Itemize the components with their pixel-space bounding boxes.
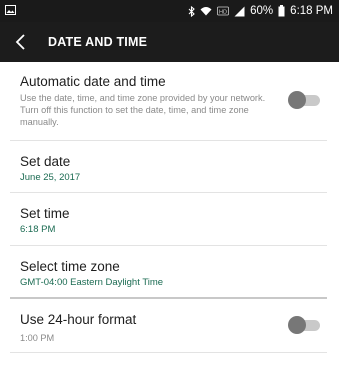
set-date-row[interactable]: Set date June 25, 2017: [0, 141, 339, 193]
battery-icon: [278, 5, 285, 17]
24-hour-format-toggle[interactable]: [288, 316, 320, 334]
toggle-thumb: [288, 316, 306, 334]
set-date-title: Set date: [20, 154, 71, 169]
select-time-zone-row[interactable]: Select time zone GMT-04:00 Eastern Dayli…: [0, 246, 339, 298]
gallery-icon: [5, 5, 16, 15]
select-time-zone-title: Select time zone: [20, 259, 120, 274]
wifi-icon: [200, 6, 212, 16]
select-time-zone-value: GMT-04:00 Eastern Daylight Time: [20, 277, 164, 288]
battery-percent: 60%: [250, 5, 274, 17]
page-title: DATE AND TIME: [48, 35, 148, 49]
automatic-date-time-toggle[interactable]: [288, 91, 320, 109]
automatic-date-time-title: Automatic date and time: [20, 74, 166, 89]
24-hour-format-title: Use 24-hour format: [20, 312, 137, 327]
divider: [10, 352, 327, 353]
app-bar: DATE AND TIME: [0, 22, 339, 62]
status-time: 6:18 PM: [290, 5, 333, 17]
section-divider: [10, 297, 327, 299]
toggle-thumb: [288, 91, 306, 109]
hd-voice-icon: HD: [217, 6, 230, 16]
24-hour-format-row[interactable]: Use 24-hour format 1:00 PM: [0, 300, 339, 352]
set-time-row[interactable]: Set time 6:18 PM: [0, 193, 339, 245]
24-hour-format-example: 1:00 PM: [20, 333, 55, 343]
set-date-value: June 25, 2017: [20, 172, 81, 183]
bluetooth-icon: [188, 5, 195, 17]
signal-icon: [234, 6, 245, 17]
status-bar: HD 60% 6:18 PM: [0, 0, 339, 22]
set-time-value: 6:18 PM: [20, 224, 56, 235]
automatic-date-time-description: Use the date, time, and time zone provid…: [20, 93, 266, 127]
svg-text:HD: HD: [219, 9, 227, 15]
chevron-left-icon[interactable]: [14, 33, 28, 51]
set-time-title: Set time: [20, 206, 70, 221]
automatic-date-time-row[interactable]: Automatic date and time Use the date, ti…: [0, 62, 339, 142]
